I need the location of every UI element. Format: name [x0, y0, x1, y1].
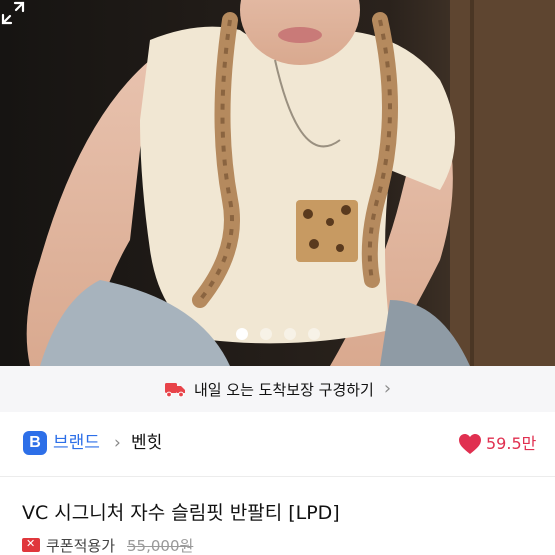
carousel-dot[interactable]	[307, 328, 320, 340]
carousel-dot[interactable]	[283, 328, 296, 340]
expand-icon[interactable]	[0, 0, 26, 26]
brand-row: B 브랜드 › 벤힛 59.5만	[0, 412, 555, 476]
breadcrumb-separator: ›	[114, 433, 121, 453]
like-count: 59.5만	[486, 434, 537, 453]
carousel-dot[interactable]	[259, 328, 272, 340]
coupon-price-label: 쿠폰적용가	[46, 536, 116, 555]
brand-link[interactable]: 브랜드	[53, 431, 100, 455]
heart-icon[interactable]	[458, 433, 482, 455]
divider	[0, 476, 555, 477]
delivery-guarantee-banner[interactable]: 내일 오는 도착보장 구경하기 ›	[0, 366, 555, 412]
carousel-dot[interactable]	[235, 328, 248, 340]
brand-name-link[interactable]: 벤힛	[131, 431, 162, 455]
banner-text: 내일 오는 도착보장 구경하기	[193, 380, 374, 399]
coupon-price-row: 쿠폰적용가 55,000원	[22, 535, 193, 555]
original-price: 55,000원	[127, 536, 194, 555]
coupon-icon	[22, 537, 40, 552]
product-photo-illustration	[0, 0, 555, 366]
truck-icon	[164, 383, 185, 398]
chevron-right-icon: ›	[383, 378, 392, 399]
carousel-indicator	[0, 328, 555, 340]
product-image[interactable]	[0, 0, 555, 366]
brand-badge-icon: B	[23, 431, 47, 455]
product-title: VC 시그니처 자수 슬림핏 반팔티 [LPD]	[22, 502, 340, 524]
